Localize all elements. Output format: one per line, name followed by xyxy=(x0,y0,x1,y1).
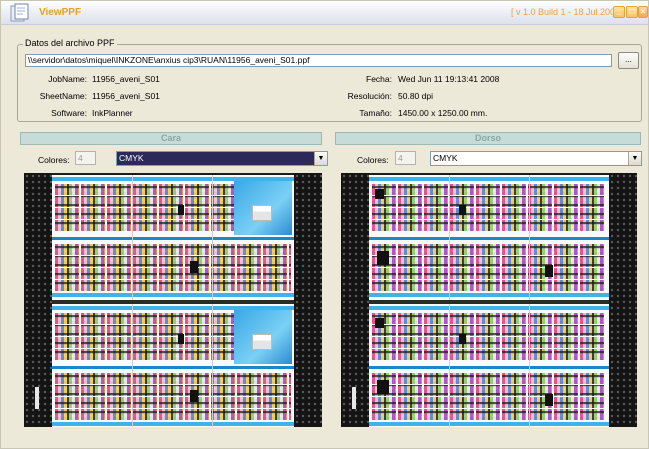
dorso-panel-header: Dorso xyxy=(335,132,641,145)
software-value: InkPlanner xyxy=(92,108,133,118)
maximize-icon[interactable]: □ xyxy=(626,6,638,18)
dorso-mode-value: CMYK xyxy=(433,153,458,163)
browse-button[interactable]: ... xyxy=(618,52,639,69)
app-document-icon xyxy=(10,3,29,22)
jobname-label: JobName: xyxy=(48,74,87,84)
sheet-margin-right xyxy=(609,173,637,427)
dorso-colores-label: Colores: xyxy=(357,155,389,165)
sheetname-label: SheetName: xyxy=(39,91,87,101)
sheetname-value: 11956_aveni_S01 xyxy=(92,91,160,101)
tamano-label: Tamaño: xyxy=(359,108,392,118)
cara-colores-input[interactable]: 4 xyxy=(75,151,96,165)
fecha-label: Fecha: xyxy=(366,74,392,84)
resolucion-value: 50.80 dpi xyxy=(398,91,433,101)
fecha-value: Wed Jun 11 19:13:41 2008 xyxy=(398,74,500,84)
jobname-value: 11956_aveni_S01 xyxy=(92,74,160,84)
dorso-sheet-preview[interactable] xyxy=(341,173,637,427)
cara-sheet-preview[interactable] xyxy=(24,173,322,427)
cara-page-bottom xyxy=(52,304,294,427)
chevron-down-icon[interactable]: ▼ xyxy=(314,152,327,165)
viewppf-window: ViewPPF [ v 1.0 Build 1 - 18 Jul 2008 ] … xyxy=(0,0,649,449)
dorso-page-bottom xyxy=(369,304,609,427)
software-label: Software: xyxy=(51,108,87,118)
chevron-down-icon[interactable]: ▼ xyxy=(628,152,641,165)
cara-mode-select[interactable]: CMYK ▼ xyxy=(116,151,328,166)
dorso-mode-select[interactable]: CMYK ▼ xyxy=(430,151,642,166)
ppf-path-input[interactable]: \\servidor\datos\miquel\INKZONE\anxius c… xyxy=(25,54,612,67)
sheet-margin-right xyxy=(294,173,322,427)
tamano-value: 1450.00 x 1250.00 mm. xyxy=(398,108,488,118)
cara-colores-label: Colores: xyxy=(38,155,70,165)
cara-page-top xyxy=(52,175,294,300)
cara-panel-header: Cara xyxy=(20,132,322,145)
group-legend: Datos del archivo PPF xyxy=(23,38,117,48)
title-bar[interactable]: ViewPPF [ v 1.0 Build 1 - 18 Jul 2008 ] … xyxy=(1,1,648,25)
dorso-colores-input[interactable]: 4 xyxy=(395,151,416,165)
close-icon[interactable]: × xyxy=(638,6,648,18)
version-label: [ v 1.0 Build 1 - 18 Jul 2008 ] xyxy=(511,7,626,17)
dorso-page-top xyxy=(369,175,609,300)
cara-mode-value: CMYK xyxy=(119,153,144,163)
window-title: ViewPPF xyxy=(39,7,82,18)
minimize-icon[interactable]: _ xyxy=(613,6,625,18)
resolucion-label: Resolución: xyxy=(347,91,392,101)
